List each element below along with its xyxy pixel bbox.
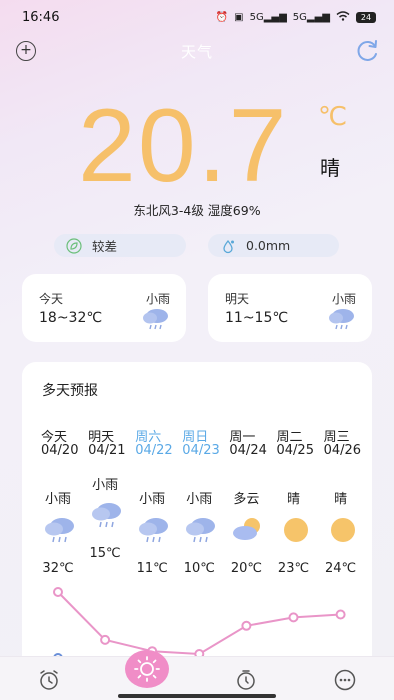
high-temp-point	[335, 609, 346, 620]
forecast-card: 多天预报 今天 04/20 小雨 32℃ 明天 04/21 小雨 15℃ 周六 04/22 小雨 11…	[22, 362, 372, 662]
air-quality-value: 较差	[92, 239, 118, 254]
high-temp-point	[53, 587, 63, 597]
battery-icon: 24	[356, 11, 376, 23]
forecast-weather: 晴	[334, 492, 348, 507]
forecast-temp: 24℃	[325, 561, 357, 576]
tomorrow-label: 明天	[225, 292, 250, 306]
current-temperature: 20.7	[78, 88, 289, 204]
forecast-weather: 小雨	[139, 492, 166, 507]
forecast-date: 04/24	[229, 443, 267, 458]
precipitation-value: 0.0mm	[246, 238, 291, 253]
forecast-weather: 晴	[286, 492, 300, 507]
forecast-weather: 小雨	[92, 478, 119, 493]
forecast-temp: 23℃	[277, 561, 310, 576]
temperature-trend-chart	[53, 587, 346, 662]
light-rain-icon	[137, 516, 171, 544]
sunny-icon	[326, 516, 360, 544]
high-temp-point	[241, 620, 252, 631]
air-quality-pill: 较差	[54, 234, 186, 257]
light-rain-icon	[328, 307, 356, 331]
current-weather: 晴	[320, 156, 340, 180]
forecast-date: 04/20	[41, 443, 79, 458]
today-weather: 小雨	[145, 292, 170, 306]
status-icons: ⏰ ▣ 5G▂▄▆ 5G▂▄▆ 24	[215, 10, 376, 24]
light-rain-icon	[142, 307, 170, 331]
raindrop-icon	[220, 238, 236, 254]
forecast-date: 04/21	[88, 443, 126, 458]
forecast-title: 多天预报	[42, 383, 98, 399]
wifi-icon	[336, 10, 350, 24]
light-rain-icon	[43, 516, 77, 544]
alarm-icon: ⏰	[215, 11, 229, 23]
tomorrow-weather: 小雨	[331, 292, 356, 306]
signal-5g-icon: 5G▂▄▆	[249, 11, 287, 23]
status-bar: 16:46 ⏰ ▣ 5G▂▄▆ 5G▂▄▆ 24	[0, 0, 394, 34]
today-card[interactable]: 今天 小雨 18~32℃	[22, 274, 186, 342]
tomorrow-range: 11~15℃	[225, 310, 289, 326]
high-temp-point	[288, 612, 299, 623]
forecast-date: 04/25	[276, 443, 314, 458]
timer-icon[interactable]	[233, 667, 259, 693]
hd-icon: ▣	[234, 11, 244, 23]
forecast-temp: 20℃	[230, 561, 262, 576]
status-time: 16:46	[22, 9, 60, 25]
sunny-icon	[279, 516, 313, 544]
weather-sun-icon[interactable]	[125, 650, 169, 688]
forecast-temp: 15℃	[89, 546, 121, 561]
forecast-weather: 小雨	[44, 492, 71, 507]
home-indicator[interactable]	[118, 694, 276, 698]
precipitation-pill: 0.0mm	[208, 234, 339, 257]
cloudy-sun-icon	[231, 516, 265, 544]
high-temp-point	[100, 634, 111, 645]
high-temp-line	[57, 591, 341, 656]
forecast-temp: 11℃	[136, 561, 168, 576]
signal-5g-icon: 5G▂▄▆	[292, 11, 330, 23]
forecast-weather: 小雨	[186, 492, 213, 507]
forecast-temp: 10℃	[183, 561, 215, 576]
wind-humidity: 东北风3-4级 湿度69%	[133, 203, 261, 218]
forecast-date: 04/23	[182, 443, 220, 458]
light-rain-icon	[184, 516, 218, 544]
forecast-date: 04/22	[135, 443, 173, 458]
today-range: 18~32℃	[39, 310, 103, 326]
more-icon[interactable]	[332, 667, 358, 693]
forecast-weather: 多云	[233, 492, 260, 507]
top-bar: + 天气	[0, 38, 394, 64]
light-rain-icon	[90, 501, 124, 529]
forecast-date: 04/26	[323, 443, 362, 458]
alarm-clock-icon[interactable]	[36, 667, 62, 693]
leaf-icon	[66, 237, 82, 254]
forecast-temp: 32℃	[42, 561, 74, 576]
today-label: 今天	[39, 292, 64, 306]
temperature-unit: ℃	[318, 102, 348, 132]
tomorrow-card[interactable]: 明天 小雨 11~15℃	[208, 274, 372, 342]
refresh-icon[interactable]	[354, 38, 380, 64]
page-title: 天气	[180, 43, 213, 61]
